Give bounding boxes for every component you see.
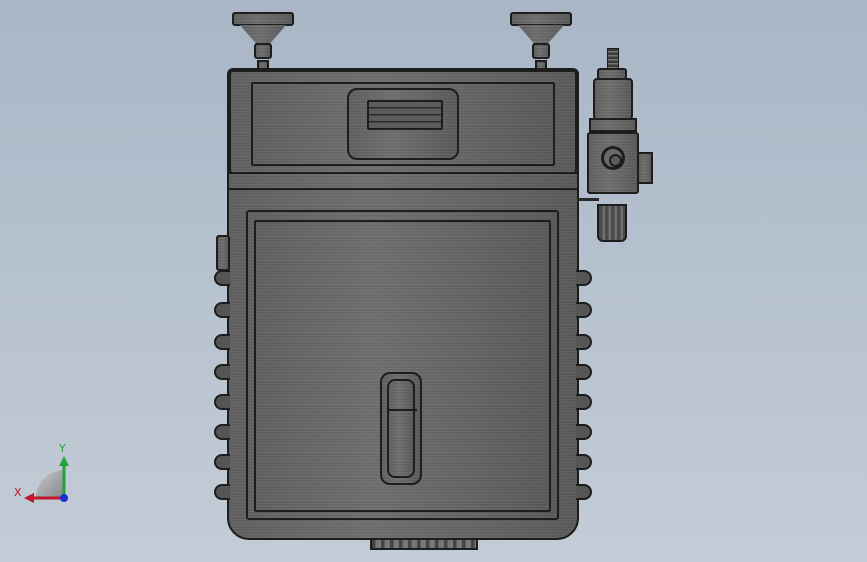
sight-glass[interactable] bbox=[380, 372, 422, 485]
regulator-collar bbox=[589, 118, 637, 132]
x-axis-head-icon bbox=[24, 493, 34, 503]
regulator-bowl bbox=[593, 78, 633, 120]
top-cover-handle[interactable] bbox=[347, 88, 459, 160]
handle-slot bbox=[367, 100, 443, 130]
sight-glass-inner bbox=[387, 379, 417, 478]
right-foot[interactable] bbox=[510, 12, 572, 70]
side-knob[interactable] bbox=[216, 235, 230, 271]
z-axis-icon bbox=[60, 494, 68, 502]
triad-x-label: X bbox=[14, 486, 22, 499]
top-cover[interactable] bbox=[229, 70, 577, 174]
regulator-drain bbox=[597, 204, 627, 242]
triad-svg bbox=[24, 456, 69, 503]
y-axis-head-icon bbox=[59, 456, 69, 466]
cad-viewport[interactable]: Y X bbox=[0, 0, 867, 562]
gauge-port bbox=[601, 146, 625, 170]
left-foot[interactable] bbox=[232, 12, 294, 70]
regulator-port-right bbox=[637, 152, 653, 184]
bottom-connector[interactable] bbox=[370, 538, 478, 550]
triad-plane-icon bbox=[36, 470, 64, 498]
triad-y-label: Y bbox=[59, 442, 66, 455]
regulator-bracket bbox=[577, 198, 599, 201]
separator-band bbox=[227, 172, 579, 190]
regulator-body bbox=[587, 132, 639, 194]
coordinate-triad: Y X bbox=[14, 440, 84, 510]
filter-regulator[interactable] bbox=[577, 48, 655, 248]
